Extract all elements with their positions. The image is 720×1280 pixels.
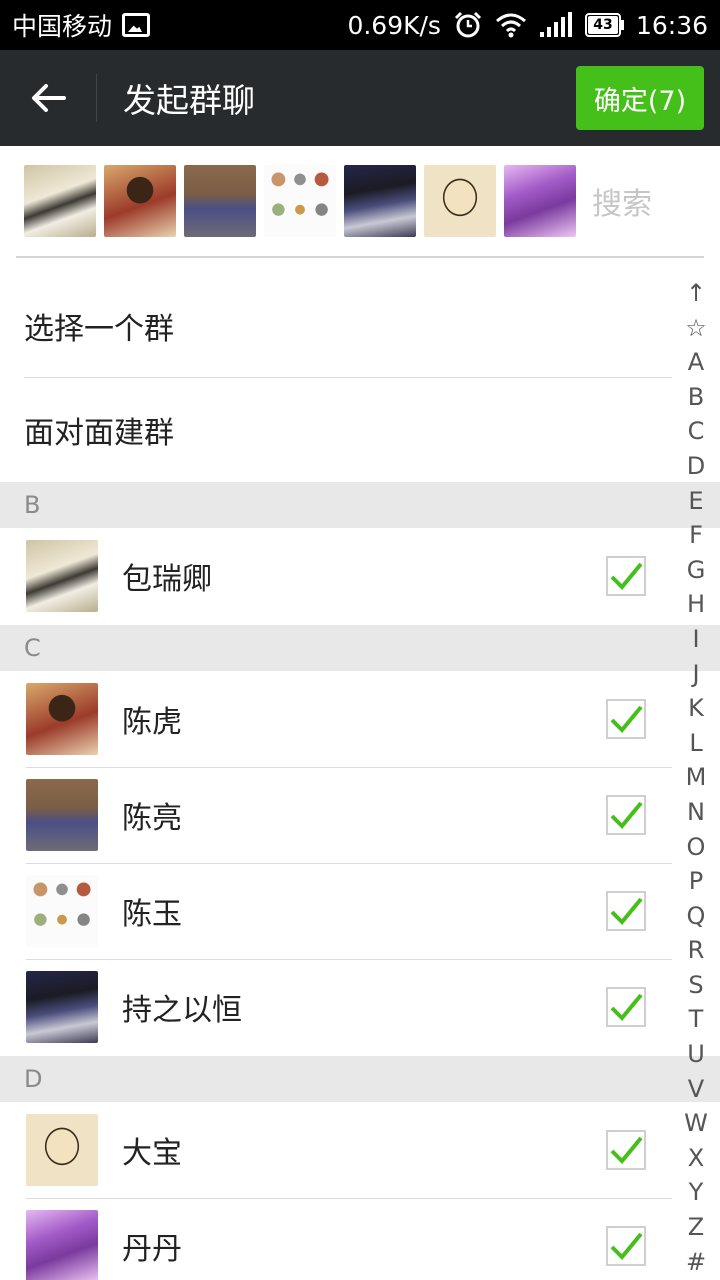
index-letter[interactable]: F xyxy=(689,518,703,553)
index-letter[interactable]: E xyxy=(688,484,703,519)
status-right: 0.69K/s 43 16:36 xyxy=(347,10,708,40)
contact-name: 大宝 xyxy=(122,1136,182,1171)
check-icon xyxy=(610,562,643,590)
contact-name: 陈虎 xyxy=(122,705,182,740)
alarm-icon xyxy=(454,11,482,38)
avatar xyxy=(26,540,98,612)
confirm-button[interactable]: 确定(7) xyxy=(576,66,704,130)
avatar xyxy=(26,779,98,851)
face-to-face-label: 面对面建群 xyxy=(24,416,174,451)
index-letter[interactable]: O xyxy=(687,830,706,865)
index-letter[interactable]: Q xyxy=(687,899,706,934)
contact-row[interactable]: 丹丹 xyxy=(0,1198,672,1280)
index-letter[interactable]: # xyxy=(686,1245,706,1280)
contact-checkbox[interactable] xyxy=(606,891,646,931)
selected-avatar[interactable] xyxy=(24,165,96,237)
avatar xyxy=(26,971,98,1043)
gallery-notification-icon xyxy=(122,13,151,37)
contact-row[interactable]: 包瑞卿 xyxy=(0,528,672,624)
index-letter[interactable]: V xyxy=(688,1072,704,1107)
select-group-label: 选择一个群 xyxy=(24,312,174,347)
section-header-d: D xyxy=(0,1056,720,1102)
carrier-group: 中国移动 xyxy=(12,7,151,43)
selected-avatar[interactable] xyxy=(184,165,256,237)
index-letter[interactable]: L xyxy=(689,726,702,761)
contact-row[interactable]: 大宝 xyxy=(0,1102,672,1198)
action-bar: 发起群聊 确定(7) xyxy=(0,50,720,146)
check-icon xyxy=(610,801,643,829)
alphabet-index[interactable]: ↑ ☆ A B C D E F G H I J K L M N O P Q R … xyxy=(672,276,720,1279)
carrier-name: 中国移动 xyxy=(12,12,113,41)
check-icon xyxy=(610,993,643,1021)
section-header-c: C xyxy=(0,625,720,671)
index-letter[interactable]: P xyxy=(689,864,703,899)
contact-name: 持之以恒 xyxy=(122,993,242,1028)
index-letter[interactable]: D xyxy=(687,449,705,484)
contact-row[interactable]: 陈亮 xyxy=(0,767,672,863)
index-letter[interactable]: ↑ xyxy=(686,276,706,311)
contact-name: 丹丹 xyxy=(122,1232,182,1267)
battery-icon: 43 xyxy=(584,13,624,37)
selected-avatar[interactable] xyxy=(264,165,336,237)
contact-name: 陈亮 xyxy=(122,801,182,836)
index-letter[interactable]: G xyxy=(687,553,706,588)
index-letter[interactable]: Y xyxy=(689,1175,704,1210)
index-letter[interactable]: B xyxy=(688,380,704,415)
contact-checkbox[interactable] xyxy=(606,1226,646,1266)
selected-avatar[interactable] xyxy=(504,165,576,237)
index-letter[interactable]: A xyxy=(688,345,704,380)
index-letter[interactable]: J xyxy=(692,657,699,692)
header-divider xyxy=(96,74,97,122)
index-letter[interactable]: K xyxy=(688,691,704,726)
index-letter[interactable]: M xyxy=(686,760,707,795)
back-button[interactable] xyxy=(0,50,96,146)
wifi-icon xyxy=(495,13,526,38)
index-letter[interactable]: W xyxy=(684,1106,708,1141)
selected-avatar[interactable] xyxy=(104,165,176,237)
search-input[interactable]: 搜索 xyxy=(592,179,652,223)
selected-avatar[interactable] xyxy=(424,165,496,237)
contact-checkbox[interactable] xyxy=(606,699,646,739)
index-letter[interactable]: C xyxy=(688,414,705,449)
index-letter[interactable]: U xyxy=(687,1037,705,1072)
avatar xyxy=(26,1114,98,1186)
network-speed: 0.69K/s xyxy=(347,10,441,40)
section-header-b: B xyxy=(0,482,720,528)
contact-row[interactable]: 陈玉 xyxy=(0,863,672,959)
index-letter[interactable]: N xyxy=(687,795,705,830)
battery-level: 43 xyxy=(587,16,618,34)
check-icon xyxy=(610,705,643,733)
check-icon xyxy=(610,897,643,925)
index-letter[interactable]: I xyxy=(692,622,699,657)
avatar xyxy=(26,1210,98,1280)
contact-name: 陈玉 xyxy=(122,897,182,932)
avatar xyxy=(26,875,98,947)
contact-checkbox[interactable] xyxy=(606,556,646,596)
face-to-face-item[interactable]: 面对面建群 xyxy=(0,378,672,482)
avatar xyxy=(26,683,98,755)
index-letter[interactable]: S xyxy=(688,968,703,1003)
select-group-item[interactable]: 选择一个群 xyxy=(0,274,672,378)
check-icon xyxy=(610,1136,643,1164)
contact-name: 包瑞卿 xyxy=(122,562,212,597)
signal-icon xyxy=(539,12,572,37)
check-icon xyxy=(610,1232,643,1260)
selected-members-strip: 搜索 xyxy=(16,146,704,258)
arrow-left-icon xyxy=(32,84,66,112)
status-bar: 中国移动 0.69K/s 43 16:36 xyxy=(0,0,720,50)
contact-row[interactable]: 陈虎 xyxy=(0,671,672,767)
selected-avatar[interactable] xyxy=(344,165,416,237)
contact-checkbox[interactable] xyxy=(606,987,646,1027)
clock: 16:36 xyxy=(635,10,708,40)
index-letter[interactable]: H xyxy=(687,587,705,622)
index-letter[interactable]: ☆ xyxy=(685,311,707,346)
contact-checkbox[interactable] xyxy=(606,1130,646,1170)
page-title: 发起群聊 xyxy=(123,81,255,120)
contact-row[interactable]: 持之以恒 xyxy=(0,959,672,1055)
index-letter[interactable]: R xyxy=(688,933,705,968)
index-letter[interactable]: T xyxy=(689,1002,704,1037)
index-letter[interactable]: Z xyxy=(688,1210,704,1245)
contact-checkbox[interactable] xyxy=(606,795,646,835)
index-letter[interactable]: X xyxy=(688,1141,704,1176)
